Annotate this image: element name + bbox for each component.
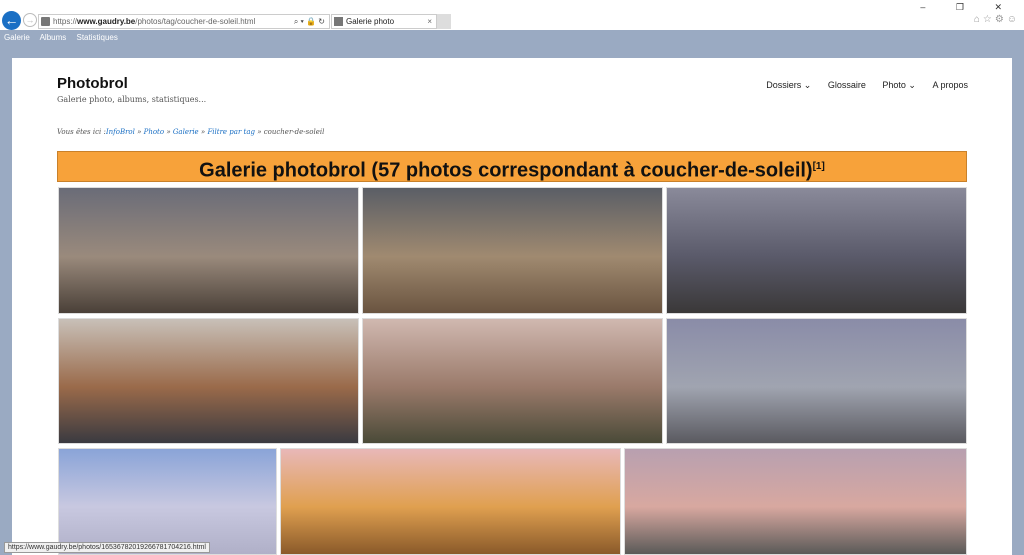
breadcrumb-prefix: Vous êtes ici :: [57, 128, 106, 136]
breadcrumb: Vous êtes ici :InfoBrol » Photo » Galeri…: [57, 128, 324, 136]
status-bar-url: https://www.gaudry.be/photos/16536782019…: [4, 542, 210, 553]
photo-thumbnail-sky-tower[interactable]: [58, 448, 277, 555]
url-path: /photos/tag/coucher-de-soleil.html: [135, 17, 256, 26]
footnote-link[interactable]: [1]: [813, 161, 825, 172]
menu-photo[interactable]: Photo ⌄: [882, 80, 916, 90]
tab-galerie-photo[interactable]: Galerie photo ×: [331, 14, 437, 29]
forward-button[interactable]: →: [23, 13, 37, 27]
photo-thumbnail-modern-building[interactable]: [666, 318, 967, 444]
home-star-gear-icons[interactable]: ⌂☆⚙☺: [974, 14, 1020, 25]
url-scheme: https://: [53, 17, 78, 26]
site-tagline: Galerie photo, albums, statistiques...: [57, 95, 207, 104]
gallery-title-banner: Galerie photobrol (57 photos corresponda…: [57, 151, 967, 182]
url-host: www.gaudry.be: [77, 17, 136, 26]
new-tab-button[interactable]: [437, 14, 451, 29]
photo-thumbnail-manarola[interactable]: [58, 318, 359, 444]
favicon-icon: [41, 17, 50, 26]
breadcrumb-filtre[interactable]: Filtre par tag: [207, 128, 255, 136]
photo-thumbnail-winter-field[interactable]: [624, 448, 967, 555]
window-controls[interactable]: – ❐ ✕: [920, 2, 1016, 13]
page-card: Photobrol Galerie photo, albums, statist…: [12, 58, 1012, 555]
sep: »: [255, 128, 264, 136]
menu-glossaire[interactable]: Glossaire: [828, 80, 866, 90]
photo-thumbnail-church-tower[interactable]: [362, 318, 663, 444]
close-tab-icon[interactable]: ×: [427, 15, 432, 28]
breadcrumb-current: coucher-de-soleil: [263, 128, 325, 136]
gallery-title: Galerie photobrol (57 photos corresponda…: [199, 159, 813, 182]
search-lock-refresh-icons[interactable]: ⌕ ▾ 🔒 ↻: [294, 15, 325, 28]
photo-thumbnail-rock-closeup[interactable]: [362, 187, 663, 314]
sep: »: [134, 128, 144, 136]
breadcrumb-infobrol[interactable]: InfoBrol: [106, 128, 135, 136]
top-nav: Galerie Albums Statistiques: [0, 30, 1024, 45]
photo-thumbnail-portovenere-church[interactable]: [666, 187, 967, 314]
photo-thumbnail-cliffs-sea[interactable]: [58, 187, 359, 314]
sep: »: [164, 128, 173, 136]
nav-galerie[interactable]: Galerie: [4, 33, 30, 42]
breadcrumb-galerie[interactable]: Galerie: [173, 128, 199, 136]
browser-chrome: ← → https://www.gaudry.be/photos/tag/cou…: [0, 0, 1024, 30]
favicon-icon: [334, 17, 343, 26]
back-button[interactable]: ←: [2, 11, 21, 30]
menu-a-propos[interactable]: A propos: [932, 80, 968, 90]
address-bar[interactable]: https://www.gaudry.be/photos/tag/coucher…: [38, 14, 330, 29]
photo-thumbnail-bottles-sunset[interactable]: [280, 448, 621, 555]
nav-statistiques[interactable]: Statistiques: [77, 33, 118, 42]
site-title[interactable]: Photobrol: [57, 75, 128, 92]
nav-albums[interactable]: Albums: [40, 33, 67, 42]
main-menu: Dossiers ⌄ Glossaire Photo ⌄ A propos: [752, 80, 968, 91]
tab-title: Galerie photo: [346, 17, 395, 26]
breadcrumb-photo[interactable]: Photo: [144, 128, 164, 136]
menu-dossiers[interactable]: Dossiers ⌄: [766, 80, 811, 90]
